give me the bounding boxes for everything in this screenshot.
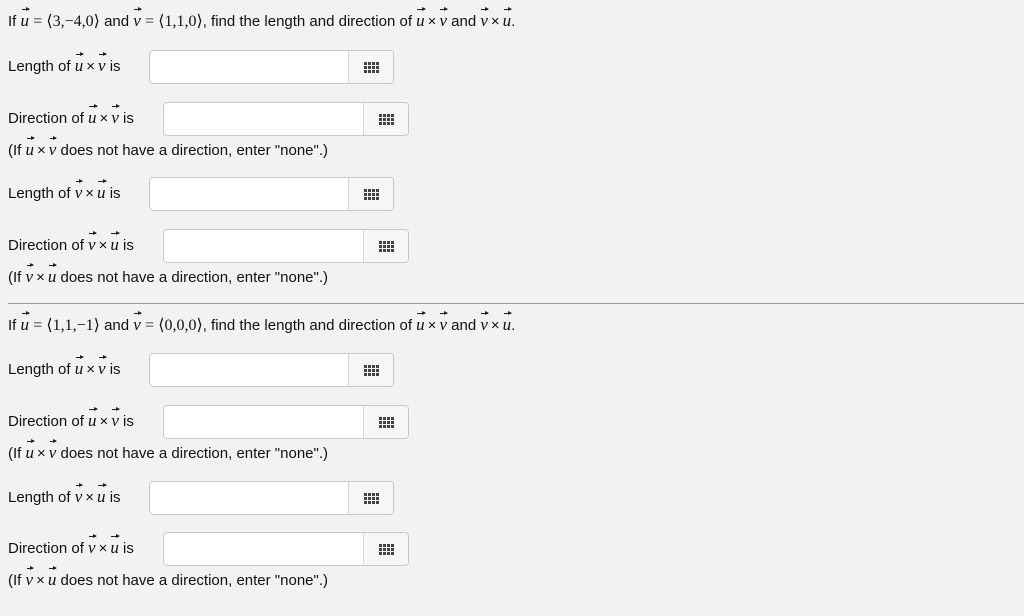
field-label: Length of u × v is [8,354,121,378]
statement-text: If [8,317,17,334]
vector-v: v [133,6,142,30]
problem-1-statement: If u = ⟨3,−4,0⟩ and v = ⟨1,1,0⟩, find th… [8,6,516,30]
statement-text: If [8,13,17,30]
vector-u-value: ⟨3,−4,0⟩ [46,13,100,30]
answer-box [163,532,409,566]
answer-box [149,50,394,84]
vector-v-value: ⟨0,0,0⟩ [158,317,203,334]
field-note: (If v × u does not have a direction, enter… [8,565,328,589]
equation-palette-button[interactable] [363,533,408,565]
problem-2-statement: If u = ⟨1,1,−1⟩ and v = ⟨0,0,0⟩, find th… [8,310,516,334]
grid-icon [378,113,394,125]
field-label: Direction of u × v is [8,103,134,127]
direction-v-cross-u-input[interactable] [164,533,363,565]
direction-u-cross-v-input[interactable] [164,103,363,135]
field-label: Length of v × u is [8,482,121,506]
field-label: Length of v × u is [8,178,121,202]
answer-box [149,481,394,515]
vector-v-value: ⟨1,1,0⟩ [158,13,203,30]
field-note: (If u × v does not have a direction, enter… [8,438,328,462]
field-label: Length of u × v is [8,51,121,75]
length-u-cross-v-input[interactable] [150,51,348,83]
field-label: Direction of v × u is [8,533,134,557]
field-label: Direction of u × v is [8,406,134,430]
field-label: Direction of v × u is [8,230,134,254]
answer-box [149,177,394,211]
equation-palette-button[interactable] [348,354,393,386]
field-note: (If u × v does not have a direction, enter… [8,135,328,159]
grid-icon [363,364,379,376]
grid-icon [363,188,379,200]
grid-icon [363,492,379,504]
equation-palette-button[interactable] [363,406,408,438]
answer-box [163,102,409,136]
equation-palette-button[interactable] [363,103,408,135]
grid-icon [378,240,394,252]
length-u-cross-v-input[interactable] [150,354,348,386]
vector-u: u [20,310,30,334]
grid-icon [363,61,379,73]
equation-palette-button[interactable] [348,482,393,514]
direction-v-cross-u-input[interactable] [164,230,363,262]
vector-u-value: ⟨1,1,−1⟩ [46,317,100,334]
equation-palette-button[interactable] [363,230,408,262]
direction-u-cross-v-input[interactable] [164,406,363,438]
answer-box [149,353,394,387]
section-divider [8,303,1024,304]
answer-box [163,405,409,439]
vector-v: v [133,310,142,334]
equation-palette-button[interactable] [348,51,393,83]
answer-box [163,229,409,263]
grid-icon [378,543,394,555]
field-note: (If v × u does not have a direction, enter… [8,262,328,286]
grid-icon [378,416,394,428]
length-v-cross-u-input[interactable] [150,178,348,210]
equation-palette-button[interactable] [348,178,393,210]
length-v-cross-u-input[interactable] [150,482,348,514]
vector-u: u [20,6,30,30]
